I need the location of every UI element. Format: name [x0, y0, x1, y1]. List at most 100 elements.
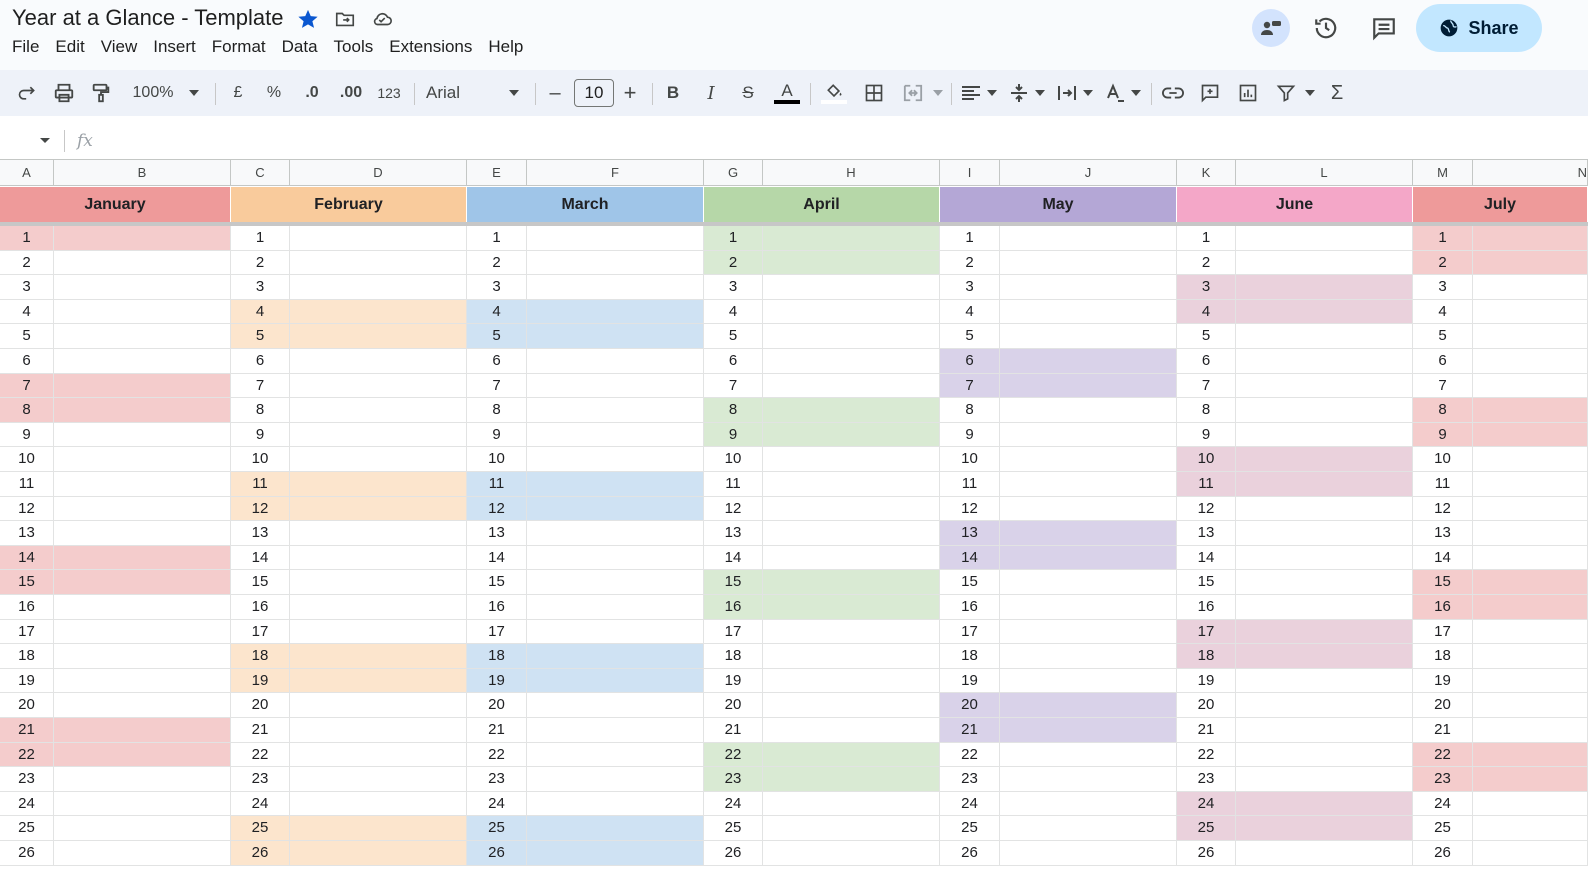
day-cell[interactable]: 20: [940, 693, 1000, 718]
note-cell[interactable]: [1000, 693, 1177, 718]
redo-icon[interactable]: [14, 70, 40, 116]
note-cell[interactable]: [1473, 349, 1588, 374]
day-cell[interactable]: 15: [1413, 570, 1473, 595]
day-cell[interactable]: 26: [1177, 841, 1236, 866]
note-cell[interactable]: [54, 644, 231, 669]
day-cell[interactable]: 21: [1413, 718, 1473, 743]
day-cell[interactable]: 20: [704, 693, 763, 718]
note-cell[interactable]: [763, 521, 940, 546]
comments-icon[interactable]: [1365, 9, 1403, 47]
note-cell[interactable]: [527, 619, 704, 645]
increase-font-size-button[interactable]: +: [620, 70, 640, 116]
note-cell[interactable]: [763, 545, 940, 571]
note-cell[interactable]: [1000, 767, 1177, 792]
day-cell[interactable]: 9: [1413, 422, 1473, 448]
note-cell[interactable]: [54, 324, 231, 349]
day-cell[interactable]: 1: [1177, 226, 1236, 251]
chevron-down-icon[interactable]: [1130, 70, 1142, 116]
day-cell[interactable]: 3: [940, 275, 1000, 300]
menu-format[interactable]: Format: [212, 37, 266, 59]
day-cell[interactable]: 10: [0, 447, 54, 472]
day-cell[interactable]: 19: [704, 668, 763, 694]
day-cell[interactable]: 20: [1413, 693, 1473, 718]
decrease-font-size-button[interactable]: –: [546, 70, 564, 116]
menu-edit[interactable]: Edit: [55, 37, 84, 59]
day-cell[interactable]: 14: [940, 545, 1000, 571]
note-cell[interactable]: [1000, 668, 1177, 694]
day-cell[interactable]: 11: [1413, 472, 1473, 497]
note-cell[interactable]: [54, 816, 231, 841]
note-cell[interactable]: [763, 767, 940, 792]
day-cell[interactable]: 12: [1177, 496, 1236, 522]
insert-chart-icon[interactable]: [1236, 70, 1260, 116]
note-cell[interactable]: [763, 422, 940, 448]
day-cell[interactable]: 24: [467, 791, 527, 817]
note-cell[interactable]: [290, 791, 467, 817]
day-cell[interactable]: 18: [704, 644, 763, 669]
note-cell[interactable]: [54, 570, 231, 595]
day-cell[interactable]: 22: [467, 742, 527, 768]
meet-button[interactable]: [1252, 9, 1290, 47]
note-cell[interactable]: [290, 841, 467, 866]
column-header-j[interactable]: J: [1000, 160, 1177, 186]
day-cell[interactable]: 19: [1413, 668, 1473, 694]
text-rotation-icon[interactable]: [1104, 70, 1126, 116]
day-cell[interactable]: 21: [940, 718, 1000, 743]
column-header-c[interactable]: C: [231, 160, 290, 186]
day-cell[interactable]: 1: [467, 226, 527, 251]
day-cell[interactable]: 4: [704, 299, 763, 325]
note-cell[interactable]: [290, 644, 467, 669]
horizontal-align-icon[interactable]: [960, 70, 982, 116]
day-cell[interactable]: 23: [467, 767, 527, 792]
day-cell[interactable]: 10: [467, 447, 527, 472]
note-cell[interactable]: [1473, 644, 1588, 669]
day-cell[interactable]: 22: [1177, 742, 1236, 768]
day-cell[interactable]: 5: [704, 324, 763, 349]
note-cell[interactable]: [1000, 841, 1177, 866]
day-cell[interactable]: 18: [940, 644, 1000, 669]
day-cell[interactable]: 23: [231, 767, 290, 792]
vertical-align-icon[interactable]: [1008, 70, 1030, 116]
note-cell[interactable]: [1000, 398, 1177, 423]
note-cell[interactable]: [1000, 472, 1177, 497]
day-cell[interactable]: 26: [231, 841, 290, 866]
note-cell[interactable]: [763, 742, 940, 768]
day-cell[interactable]: 21: [467, 718, 527, 743]
day-cell[interactable]: 26: [704, 841, 763, 866]
menu-data[interactable]: Data: [282, 37, 318, 59]
note-cell[interactable]: [527, 668, 704, 694]
day-cell[interactable]: 5: [0, 324, 54, 349]
note-cell[interactable]: [1473, 742, 1588, 768]
day-cell[interactable]: 3: [0, 275, 54, 300]
day-cell[interactable]: 9: [704, 422, 763, 448]
day-cell[interactable]: 13: [467, 521, 527, 546]
day-cell[interactable]: 6: [704, 349, 763, 374]
merge-cells-icon[interactable]: [900, 70, 926, 116]
day-cell[interactable]: 20: [0, 693, 54, 718]
note-cell[interactable]: [527, 349, 704, 374]
italic-button[interactable]: I: [701, 70, 721, 116]
note-cell[interactable]: [763, 275, 940, 300]
cloud-saved-icon[interactable]: [370, 7, 394, 31]
day-cell[interactable]: 14: [1177, 545, 1236, 571]
day-cell[interactable]: 6: [0, 349, 54, 374]
day-cell[interactable]: 8: [467, 398, 527, 423]
day-cell[interactable]: 8: [1177, 398, 1236, 423]
day-cell[interactable]: 8: [940, 398, 1000, 423]
day-cell[interactable]: 10: [704, 447, 763, 472]
day-cell[interactable]: 15: [1177, 570, 1236, 595]
month-header-july[interactable]: July: [1413, 187, 1588, 222]
note-cell[interactable]: [527, 791, 704, 817]
note-cell[interactable]: [527, 398, 704, 423]
note-cell[interactable]: [1236, 447, 1413, 472]
day-cell[interactable]: 1: [0, 226, 54, 251]
note-cell[interactable]: [1236, 324, 1413, 349]
note-cell[interactable]: [1000, 250, 1177, 276]
note-cell[interactable]: [1000, 644, 1177, 669]
note-cell[interactable]: [527, 644, 704, 669]
note-cell[interactable]: [1236, 226, 1413, 251]
day-cell[interactable]: 9: [940, 422, 1000, 448]
day-cell[interactable]: 21: [231, 718, 290, 743]
move-folder-icon[interactable]: [333, 7, 357, 31]
note-cell[interactable]: [1236, 349, 1413, 374]
